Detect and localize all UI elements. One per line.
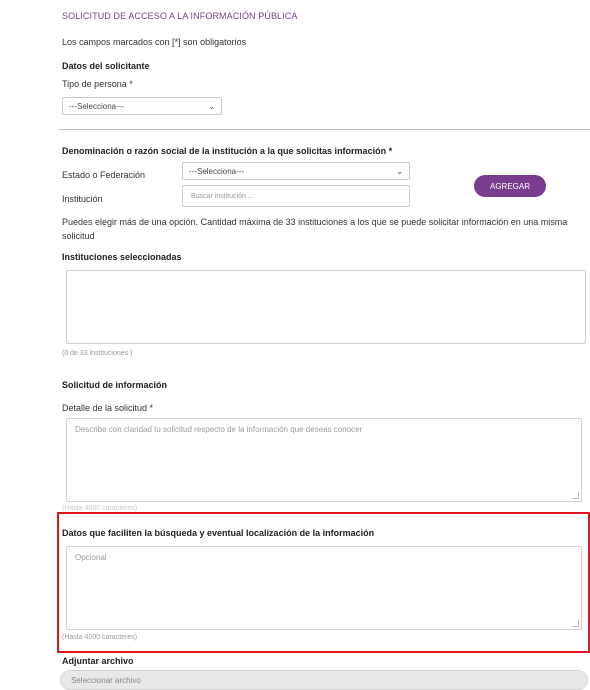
institucion-label: Institución: [62, 194, 103, 204]
institucion-help-line1: Puedes elegir más de una opción. Cantida…: [62, 217, 568, 227]
busqueda-section-label: Datos que faciliten la búsqueda y eventu…: [62, 528, 375, 538]
solicitud-section-label: Solicitud de información: [62, 380, 168, 390]
solicitante-section-label: Datos del solicitante: [62, 61, 150, 71]
chevron-down-icon: ⌄: [396, 166, 403, 176]
tipo-persona-value: ---Selecciona---: [69, 101, 125, 111]
required-note: Los campos marcados con [*] son obligato…: [62, 37, 247, 47]
page-title: SOLICITUD DE ACCESO A LA INFORMACIÓN PÚB…: [62, 11, 298, 21]
tipo-persona-select[interactable]: ---Selecciona--- ⌄: [62, 97, 222, 115]
chevron-down-icon: ⌄: [208, 101, 215, 111]
detalle-placeholder: Describe con claridad tu solicitud respe…: [75, 425, 363, 434]
resize-grip-icon[interactable]: [572, 620, 579, 627]
detalle-limit: (Hasta 4000 caracteres): [62, 505, 138, 512]
adjuntar-section-label: Adjuntar archivo: [62, 656, 134, 666]
busqueda-textarea[interactable]: Opcional: [66, 546, 582, 630]
institucion-section-label: Denominación o razón social de la instit…: [62, 146, 393, 156]
estado-select[interactable]: ---Selecciona--- ⌄: [182, 162, 410, 180]
section-divider: [58, 129, 590, 130]
detalle-label: Detalle de la solicitud *: [62, 403, 154, 413]
estado-label: Estado o Federación: [62, 170, 146, 180]
selected-institutions-box: [66, 270, 586, 344]
detalle-textarea[interactable]: Describe con claridad tu solicitud respe…: [66, 418, 582, 502]
add-institution-button[interactable]: AGREGAR: [474, 175, 546, 197]
selected-institutions-count: (0 de 33 instituciones ): [62, 350, 133, 357]
resize-grip-icon[interactable]: [572, 492, 579, 499]
busqueda-limit: (Hasta 4000 caracteres): [62, 634, 138, 641]
institucion-help-line2: solicitud: [62, 231, 95, 241]
estado-value: ---Selecciona---: [189, 166, 245, 176]
institucion-search-input[interactable]: Buscar institución ...: [182, 185, 410, 207]
tipo-persona-label: Tipo de persona *: [62, 79, 133, 89]
busqueda-placeholder: Opcional: [75, 553, 107, 562]
select-file-button[interactable]: Seleccionar archivo: [60, 670, 588, 690]
selected-institutions-label: Instituciones seleccionadas: [62, 252, 182, 262]
